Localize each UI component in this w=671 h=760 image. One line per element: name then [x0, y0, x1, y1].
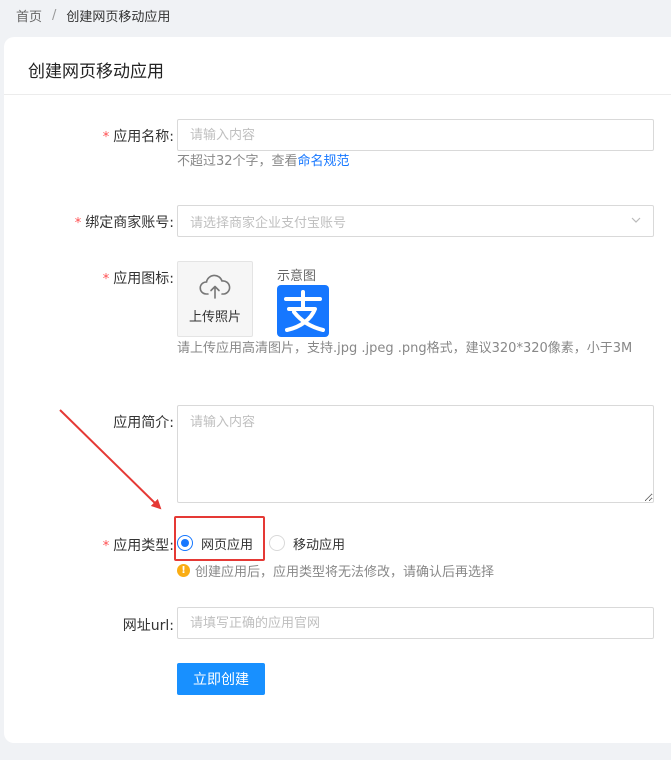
- breadcrumb-home[interactable]: 首页: [16, 6, 42, 25]
- breadcrumb-current: 创建网页移动应用: [66, 9, 171, 25]
- sample-label: 示意图: [277, 269, 317, 284]
- app-type-label: * 应用类型:: [102, 538, 174, 554]
- page-title: 创建网页移动应用: [28, 62, 164, 82]
- form-card: 创建网页移动应用 *应用名称: 不超过32个字，查看命名规范 *绑定商家账号: …: [4, 37, 671, 743]
- title-divider: [4, 94, 671, 95]
- app-name-input[interactable]: [177, 119, 654, 151]
- app-icon-help: 请上传应用高清图片，支持.jpg .jpeg .png格式，建议320*320像…: [177, 341, 633, 356]
- upload-photo-label: 上传照片: [188, 309, 241, 325]
- app-name-label: * 应用名称:: [102, 129, 174, 145]
- breadcrumb: 首页 / 创建网页移动应用: [16, 6, 171, 25]
- app-type-warning-text: 创建应用后，应用类型将无法修改，请确认后再选择: [195, 565, 495, 580]
- cloud-upload-icon: [199, 274, 231, 299]
- required-mark: *: [102, 539, 110, 554]
- merchant-account-select[interactable]: 请选择商家企业支付宝账号: [177, 205, 654, 237]
- merchant-account-placeholder: 请选择商家企业支付宝账号: [190, 215, 347, 231]
- upload-photo-button[interactable]: 上传照片: [177, 261, 253, 337]
- app-type-radio-group: 网页应用 移动应用: [177, 529, 345, 557]
- required-mark: *: [74, 216, 82, 231]
- radio-web-app-circle[interactable]: [177, 535, 193, 551]
- app-intro-textarea[interactable]: [177, 405, 654, 503]
- app-icon-label: * 应用图标:: [102, 271, 174, 287]
- app-name-help: 不超过32个字，查看命名规范: [177, 154, 350, 169]
- radio-web-app[interactable]: 网页应用: [177, 529, 253, 557]
- app-type-warning: ! 创建应用后，应用类型将无法修改，请确认后再选择: [177, 561, 494, 580]
- website-url-label: 网址url:: [122, 618, 174, 634]
- breadcrumb-separator: /: [52, 7, 57, 23]
- radio-mobile-app[interactable]: 移动应用: [269, 529, 345, 557]
- radio-web-app-label: 网页应用: [201, 537, 254, 553]
- alipay-logo: [277, 285, 329, 337]
- radio-mobile-app-label: 移动应用: [293, 537, 346, 553]
- app-intro-label: 应用简介:: [113, 415, 174, 431]
- create-now-button[interactable]: 立即创建: [177, 663, 265, 695]
- chevron-down-icon: [631, 217, 641, 223]
- merchant-account-label: * 绑定商家账号:: [74, 215, 174, 231]
- website-url-input[interactable]: [177, 607, 654, 639]
- naming-rules-link[interactable]: 命名规范: [298, 154, 350, 169]
- warning-circle-icon: !: [177, 564, 190, 577]
- required-mark: *: [102, 272, 110, 287]
- required-mark: *: [102, 130, 110, 145]
- radio-mobile-app-circle[interactable]: [269, 535, 286, 551]
